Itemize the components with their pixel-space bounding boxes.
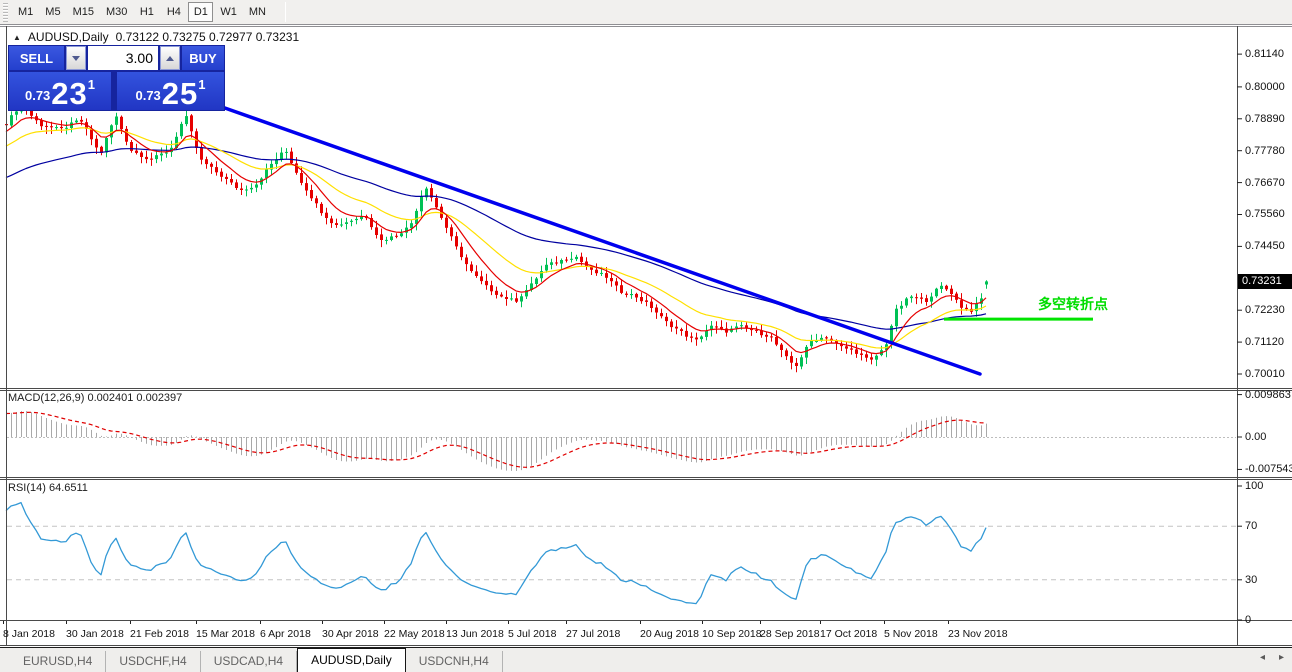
buy-price-small: 0.73 [135, 88, 160, 103]
volume-input[interactable] [88, 46, 158, 70]
timeframe-button-mn[interactable]: MN [244, 2, 271, 22]
date-axis-tick: 15 Mar 2018 [196, 628, 255, 640]
macd-axis-tick: -0.007543 [1245, 463, 1292, 475]
buy-price-box[interactable]: 0.73 25 1 [117, 72, 224, 110]
date-axis-tick: 13 Jun 2018 [446, 628, 504, 640]
buy-button[interactable]: BUY [182, 46, 224, 70]
chart-tab-eurusd-h4[interactable]: EURUSD,H4 [10, 651, 106, 672]
macd-axis-tick: 0.009863 [1245, 389, 1291, 401]
chart-tab-usdchf-h4[interactable]: USDCHF,H4 [106, 651, 200, 672]
price-axis-tick: 0.78890 [1245, 113, 1285, 125]
timeframe-button-m30[interactable]: M30 [101, 2, 132, 22]
tab-scroll-arrows: ◂ ▸ [1260, 653, 1284, 663]
price-axis-tick: 0.76670 [1245, 177, 1285, 189]
timeframe-button-m5[interactable]: M5 [40, 2, 65, 22]
rsi-axis-tick: 0 [1245, 614, 1251, 626]
price-axis-tick: 0.80000 [1245, 81, 1285, 93]
date-axis-tick: 10 Sep 2018 [702, 628, 762, 640]
timeframe-button-w1[interactable]: W1 [215, 2, 242, 22]
sell-price-box[interactable]: 0.73 23 1 [9, 72, 111, 110]
chart-tab-audusd-daily[interactable]: AUDUSD,Daily [297, 648, 406, 672]
volume-increase-button[interactable] [160, 46, 180, 70]
chart-symbol-label: AUDUSD,Daily [28, 30, 109, 44]
date-axis-tick: 5 Nov 2018 [884, 628, 938, 640]
timeframe-button-d1[interactable]: D1 [188, 2, 213, 22]
trade-volume-row: SELL BUY [9, 46, 224, 70]
sell-price-sup: 1 [88, 77, 95, 92]
date-axis-tick: 30 Jan 2018 [66, 628, 124, 640]
date-axis-tick: 5 Jul 2018 [508, 628, 556, 640]
date-axis-tick: 8 Jan 2018 [3, 628, 55, 640]
volume-decrease-button[interactable] [66, 46, 86, 70]
date-axis-tick: 22 May 2018 [384, 628, 445, 640]
toolbar-separator [285, 2, 286, 22]
timeframe-button-h1[interactable]: H1 [134, 2, 159, 22]
macd-axis-tick: 0.00 [1245, 431, 1266, 443]
price-axis-tick: 0.70010 [1245, 368, 1285, 380]
date-axis-tick: 6 Apr 2018 [260, 628, 311, 640]
rsi-indicator-label: RSI(14) 64.6511 [8, 482, 88, 494]
price-axis-tick: 0.81140 [1245, 48, 1284, 60]
timeframe-button-m1[interactable]: M1 [13, 2, 38, 22]
price-axis-tick: 0.72230 [1245, 304, 1285, 316]
chart-tabs: EURUSD,H4USDCHF,H4USDCAD,H4AUDUSD,DailyU… [10, 648, 503, 672]
rsi-axis-tick: 70 [1245, 520, 1257, 532]
arrow-up-icon [166, 56, 174, 61]
buy-price-sup: 1 [198, 77, 205, 92]
date-axis-tick: 23 Nov 2018 [948, 628, 1008, 640]
one-click-trading-panel: SELL BUY 0.73 23 1 0.73 25 1 [8, 45, 225, 111]
timeframe-buttons: M1M5M15M30H1H4D1W1MN [13, 2, 273, 22]
toolbar-grip-icon[interactable] [3, 3, 8, 22]
current-price-tag: 0.73231 [1238, 274, 1292, 289]
trend-annotation-text: 多空转折点 [1038, 294, 1108, 314]
chart-header: ▲ AUDUSD,Daily 0.73122 0.73275 0.72977 0… [13, 30, 299, 44]
sell-price-big: 23 [51, 79, 87, 108]
date-axis-tick: 20 Aug 2018 [640, 628, 699, 640]
sell-price-small: 0.73 [25, 88, 50, 103]
mt4-terminal: { "toolbar": { "timeframes": ["M1","M5",… [0, 0, 1292, 672]
chart-tab-bar: EURUSD,H4USDCHF,H4USDCAD,H4AUDUSD,DailyU… [0, 647, 1292, 672]
timeframe-button-m15[interactable]: M15 [68, 2, 99, 22]
arrow-down-icon [72, 56, 80, 61]
price-axis-tick: 0.77780 [1245, 145, 1285, 157]
rsi-axis-tick: 100 [1245, 480, 1263, 492]
buy-price-big: 25 [162, 79, 198, 108]
price-axis-tick: 0.71120 [1245, 336, 1284, 348]
collapse-chart-icon[interactable]: ▲ [13, 33, 21, 42]
date-axis-tick: 21 Feb 2018 [130, 628, 189, 640]
timeframe-button-h4[interactable]: H4 [161, 2, 186, 22]
chart-tab-usdcnh-h4[interactable]: USDCNH,H4 [406, 651, 503, 672]
chart-tab-usdcad-h4[interactable]: USDCAD,H4 [201, 651, 297, 672]
rsi-axis-tick: 30 [1245, 574, 1257, 586]
price-axis-tick: 0.75560 [1245, 208, 1285, 220]
timeframe-toolbar: M1M5M15M30H1H4D1W1MN [0, 0, 1292, 25]
tab-scroll-right-icon[interactable]: ▸ [1279, 653, 1284, 663]
trade-price-row: 0.73 23 1 0.73 25 1 [9, 72, 224, 110]
date-axis-tick: 27 Jul 2018 [566, 628, 620, 640]
sell-button[interactable]: SELL [9, 46, 64, 70]
price-axis-tick: 0.74450 [1245, 240, 1285, 252]
date-axis-tick: 28 Sep 2018 [760, 628, 820, 640]
date-axis-tick: 30 Apr 2018 [322, 628, 379, 640]
date-axis-tick: 17 Oct 2018 [820, 628, 877, 640]
tab-scroll-left-icon[interactable]: ◂ [1260, 653, 1265, 663]
macd-indicator-label: MACD(12,26,9) 0.002401 0.002397 [8, 392, 182, 404]
chart-ohlc-values: 0.73122 0.73275 0.72977 0.73231 [116, 30, 300, 44]
